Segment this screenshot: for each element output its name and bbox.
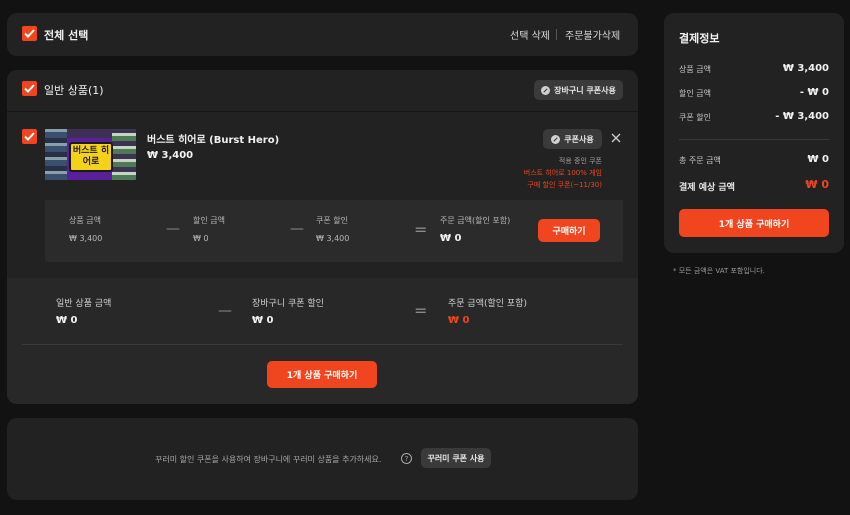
- delete-selected-link[interactable]: 선택 삭제: [510, 27, 550, 42]
- select-all-bar: 전체 선택 선택 삭제 주문불가삭제: [7, 13, 638, 56]
- discount-value: ₩ 0: [193, 234, 209, 243]
- coupon-discount-label: 쿠폰 할인: [316, 216, 348, 225]
- product-name[interactable]: 버스트 히어로 (Burst Hero): [147, 131, 279, 146]
- thumbnail-decor: [112, 129, 136, 180]
- select-all-label[interactable]: 전체 선택: [44, 27, 88, 43]
- pi-product-amount-value: ₩ 3,400: [782, 63, 829, 74]
- applied-coupon-period: 구매 할인 쿠폰(~11/30): [527, 181, 602, 189]
- help-icon-glyph: ?: [404, 454, 409, 463]
- pi-expected-payment-label: 결제 예상 금액: [679, 183, 735, 193]
- pi-expected-payment-value: ₩ 0: [805, 178, 829, 191]
- payment-info-title: 결제정보: [679, 32, 720, 45]
- section-checkbox[interactable]: [22, 81, 37, 96]
- applied-coupon-label: 적용 중인 쿠폰: [558, 157, 602, 165]
- pi-buy-button[interactable]: 1개 상품 구매하기: [679, 209, 829, 237]
- total-divider: [22, 344, 623, 345]
- thumbnail-decor: [45, 129, 67, 180]
- order-amount-value: ₩ 0: [440, 233, 462, 244]
- general-products-section: 일반 상품(1) 장바구니 쿠폰사용 버스트 히어로 버스트 히어로 (Burs…: [7, 70, 638, 404]
- help-icon[interactable]: ?: [401, 453, 412, 464]
- remove-product-button[interactable]: [609, 130, 623, 144]
- minus-operator: —: [218, 303, 232, 319]
- select-all-checkbox[interactable]: [22, 26, 37, 41]
- cart-coupon-button[interactable]: 장바구니 쿠폰사용: [534, 80, 623, 100]
- cart-coupon-discount-value: ₩ 0: [252, 315, 274, 326]
- kkurimi-coupon-button[interactable]: 꾸러미 쿠폰 사용: [421, 448, 491, 468]
- general-amount-value: ₩ 0: [56, 315, 78, 326]
- order-amount-label: 주문 금액(할인 포함): [440, 216, 511, 225]
- equals-operator: =: [414, 220, 428, 239]
- minus-operator: —: [290, 221, 304, 237]
- minus-operator: —: [166, 221, 180, 237]
- section-order-amount-value: ₩ 0: [448, 315, 470, 326]
- kkurimi-coupon-button-label: 꾸러미 쿠폰 사용: [427, 453, 485, 463]
- buy-button[interactable]: 구매하기: [538, 219, 600, 242]
- section-total: 일반 상품 금액 ₩ 0 — 장바구니 쿠폰 할인 ₩ 0 = 주문 금액(할인…: [7, 278, 638, 404]
- kkurimi-message: 꾸러미 할인 쿠폰을 사용하여 장바구니에 꾸러미 상품을 추가하세요.: [155, 455, 382, 464]
- general-amount-label: 일반 상품 금액: [56, 299, 112, 309]
- pi-coupon-discount-label: 쿠폰 할인: [679, 113, 711, 122]
- pi-divider: [679, 139, 829, 140]
- close-icon: [611, 133, 621, 143]
- pi-total-order-label: 총 주문 금액: [679, 156, 721, 165]
- equals-operator: =: [414, 301, 428, 320]
- kkurimi-panel: 꾸러미 할인 쿠폰을 사용하여 장바구니에 꾸러미 상품을 추가하세요. ? 꾸…: [7, 418, 638, 500]
- thumbnail-decor: [67, 129, 112, 138]
- section-title: 일반 상품(1): [44, 84, 104, 97]
- section-divider: [7, 111, 638, 112]
- product-coupon-button[interactable]: 쿠폰사용: [543, 129, 602, 149]
- product-amount-value: ₩ 3,400: [69, 234, 103, 243]
- coupon-icon: [541, 85, 551, 95]
- pi-discount-label: 할인 금액: [679, 89, 711, 98]
- applied-coupon-name: 버스트 히어로 100% 게임: [523, 169, 602, 177]
- section-order-amount-label: 주문 금액(할인 포함): [448, 299, 527, 309]
- product-amount-label: 상품 금액: [69, 216, 101, 225]
- section-buy-button[interactable]: 1개 상품 구매하기: [267, 361, 377, 388]
- coupon-discount-value: ₩ 3,400: [316, 234, 350, 243]
- thumbnail-title: 버스트 히어로: [72, 146, 110, 167]
- section-buy-button-label: 1개 상품 구매하기: [286, 371, 358, 381]
- product-price: ₩ 3,400: [147, 150, 194, 161]
- cart-coupon-button-label: 장바구니 쿠폰사용: [554, 85, 616, 95]
- buy-button-label: 구매하기: [552, 227, 586, 237]
- payment-info-panel: 결제정보 상품 금액 ₩ 3,400 할인 금액 - ₩ 0 쿠폰 할인 - ₩…: [664, 13, 844, 253]
- product-coupon-button-label: 쿠폰사용: [564, 134, 594, 144]
- coupon-icon: [551, 134, 561, 144]
- cart-coupon-discount-label: 장바구니 쿠폰 할인: [252, 299, 324, 309]
- product-checkbox[interactable]: [22, 129, 37, 144]
- product-thumbnail[interactable]: 버스트 히어로: [45, 129, 136, 180]
- thumbnail-logo: 버스트 히어로: [69, 142, 113, 172]
- product-summary: 상품 금액 ₩ 3,400 — 할인 금액 ₩ 0 — 쿠폰 할인 ₩ 3,40…: [45, 200, 623, 262]
- pi-product-amount-label: 상품 금액: [679, 65, 711, 74]
- divider: [556, 29, 557, 40]
- pi-discount-value: - ₩ 0: [799, 87, 829, 98]
- vat-note: * 모든 금액은 VAT 포함입니다.: [673, 267, 765, 275]
- pi-total-order-value: ₩ 0: [807, 154, 829, 165]
- delete-unorderable-link[interactable]: 주문불가삭제: [565, 27, 620, 42]
- discount-label: 할인 금액: [193, 216, 225, 225]
- pi-buy-button-label: 1개 상품 구매하기: [718, 219, 790, 230]
- pi-coupon-discount-value: - ₩ 3,400: [775, 111, 829, 122]
